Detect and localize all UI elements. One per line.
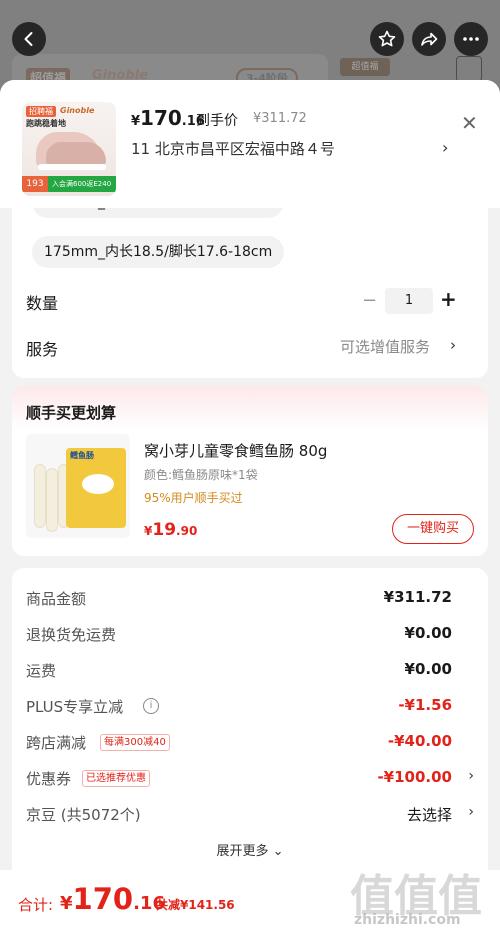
addon-price: ¥19.90 (144, 520, 198, 540)
total-label: 合计: (18, 896, 54, 914)
summary-value: -¥1.56 (398, 696, 452, 714)
addon-stat: 95%用户顺手买过 (144, 491, 243, 505)
favorite-button[interactable] (370, 22, 404, 56)
quantity-input[interactable]: 1 (385, 288, 433, 314)
chevron-right-icon[interactable]: › (442, 138, 448, 157)
summary-value: ¥0.00 (404, 660, 452, 678)
bag-fish-graphic (82, 474, 114, 494)
chevron-right-icon: › (450, 336, 456, 354)
watermark-domain: zhizhizhi.com (354, 912, 461, 928)
star-icon (378, 30, 396, 47)
purchase-sheet: 170mm_内长18/脚长16.6-17.5cm 175mm_内长18.5/脚长… (0, 80, 500, 935)
summary-row: 运费 ¥0.00 (26, 660, 474, 684)
promo-tag: 已选推荐优惠 (82, 770, 150, 787)
expand-more-button[interactable]: 展开更多 ⌄ (12, 840, 488, 859)
summary-value: ¥0.00 (404, 624, 452, 642)
original-price: ¥311.72 (253, 111, 307, 126)
bag-label: 鳕鱼肠 (70, 451, 94, 460)
addon-card: 顺手买更划算 鳕鱼肠 窝小芽儿童零食鳕鱼肠 80g 颜色:鳕鱼肠原味*1袋 95… (12, 386, 488, 556)
more-button[interactable] (454, 22, 488, 56)
summary-row: PLUS专享立减 i -¥1.56 (26, 696, 474, 720)
summary-label: 跨店满减 (26, 734, 87, 752)
site-watermark: 值值值 zhizhizhi.com (350, 860, 500, 930)
chevron-right-icon: › (468, 768, 474, 784)
thumb-slogan: 跑跳稳着地 (26, 119, 66, 128)
addon-attribute: 颜色:鳕鱼肠原味*1袋 (144, 468, 258, 482)
more-dots-icon (463, 37, 479, 41)
quantity-decrease-button[interactable]: − (362, 290, 377, 311)
summary-row: 退换货免运费 ¥0.00 (26, 624, 474, 648)
quantity-label: 数量 (26, 294, 59, 313)
addon-product-name[interactable]: 窝小芽儿童零食鳕鱼肠 80g (144, 440, 327, 461)
thumb-promo-text: 入会满600返E240 (52, 180, 112, 188)
addon-title: 顺手买更划算 (26, 404, 117, 422)
sheet-header: 招聘福 Ginoble 跑跳稳着地 193 入会满600返E240 ¥170.1… (0, 80, 500, 208)
chevron-right-icon: › (468, 804, 474, 820)
size-option[interactable]: 175mm_内长18.5/脚长17.6-18cm (32, 236, 285, 268)
summary-value: -¥100.00 (377, 768, 452, 786)
addon-product-image[interactable]: 鳕鱼肠 (26, 434, 130, 538)
delivery-address[interactable]: 11 北京市昌平区宏福中路４号 (131, 138, 335, 159)
thumb-price: 193 (22, 176, 48, 192)
back-button[interactable] (12, 22, 46, 56)
summary-row-coupon[interactable]: 优惠券 已选推荐优惠 -¥100.00 › (26, 768, 474, 792)
summary-row-jingdou[interactable]: 京豆 (共5072个) 去选择 › (26, 804, 474, 828)
summary-label: 优惠券 (26, 770, 72, 788)
summary-value: -¥40.00 (387, 732, 452, 750)
thumb-brand-logo: Ginoble (60, 106, 95, 115)
close-icon[interactable]: ✕ (461, 111, 478, 135)
product-thumbnail[interactable]: 招聘福 Ginoble 跑跳稳着地 193 入会满600返E240 (22, 102, 116, 196)
shoe-image-front (46, 142, 106, 166)
service-label: 服务 (26, 340, 59, 359)
summary-label: 退换货免运费 (26, 626, 117, 644)
thumb-brand-tag: 招聘福 (26, 106, 56, 117)
total-saved: 共减¥141.56 (156, 898, 235, 912)
share-icon (421, 32, 438, 46)
summary-label: 商品金额 (26, 590, 87, 608)
chevron-down-icon: ⌄ (272, 844, 284, 859)
thumb-promo-strip: 193 入会满600返E240 (22, 176, 116, 192)
final-price-label: 到手价 (196, 113, 238, 129)
total-price: ¥170.16 (60, 882, 165, 916)
summary-label: 京豆 (共5072个) (26, 806, 141, 824)
shoe-sole (38, 164, 106, 170)
background-mini-tag: 超值福 (340, 58, 390, 76)
chevron-left-icon (24, 32, 33, 46)
fish-stick (34, 464, 46, 528)
service-value[interactable]: 可选增值服务 (340, 336, 430, 357)
summary-value: ¥311.72 (383, 588, 452, 606)
share-button[interactable] (412, 22, 446, 56)
summary-value: 去选择 (406, 806, 452, 824)
summary-label: PLUS专享立减 (26, 698, 124, 716)
promo-tag: 每满300减40 (100, 734, 170, 751)
summary-row: 商品金额 ¥311.72 (26, 588, 474, 612)
one-click-buy-button[interactable]: 一键购买 (392, 514, 474, 544)
summary-label: 运费 (26, 662, 57, 680)
fish-stick (46, 468, 58, 532)
summary-row: 跨店满减 每满300减40 -¥40.00 (26, 732, 474, 756)
background-side-icon (456, 56, 482, 82)
final-price: ¥170.16 (131, 106, 205, 130)
quantity-increase-button[interactable]: + (440, 287, 457, 311)
info-icon[interactable]: i (143, 698, 159, 714)
price-summary-card: 商品金额 ¥311.72 退换货免运费 ¥0.00 运费 ¥0.00 PLUS专… (12, 568, 488, 888)
